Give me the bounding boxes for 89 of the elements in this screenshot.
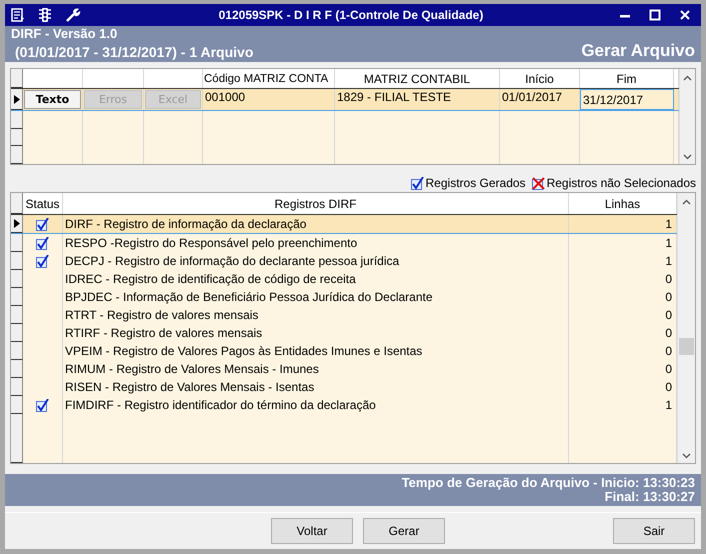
table-row[interactable]: RTRT - Registro de valores mensais 0 (11, 306, 677, 324)
scroll-thumb[interactable] (679, 338, 694, 355)
column-header: Registros DIRF (274, 196, 356, 210)
table-row[interactable]: RESPO -Registro do Responsável pelo preenchimento 1 (11, 234, 677, 252)
table-cell: 31/12/2017 (583, 93, 644, 108)
column-header: Fim (616, 72, 636, 86)
wrench-icon[interactable] (65, 7, 81, 23)
table-cell: RIMUM - Registro de Valores Mensais - Imunes (65, 362, 319, 376)
table-cell: 01/01/2017 (502, 90, 562, 104)
table-row[interactable]: RTIRF - Registro de valores mensais 0 (11, 324, 677, 342)
table-cell: BPJDEC - Informação de Beneficiário Pessoa Jurídica do Declarante (65, 290, 433, 304)
table-row[interactable]: RISEN - Registro de Valores Mensais - Isentas 0 (11, 378, 677, 396)
row-header[interactable] (11, 146, 23, 164)
scrollbar[interactable] (679, 69, 695, 164)
legend-label: Registros Gerados (426, 176, 526, 190)
table-cell: VPEIM - Registro de Valores Pagos às Entidades Imunes e Isentas (65, 344, 422, 358)
table-row[interactable]: BPJDEC - Informação de Beneficiário Pessoa Jurídica do Declarante 0 (11, 288, 677, 306)
table-row[interactable]: DECPJ - Registro de informação do declarante pessoa jurídica 1 (11, 252, 677, 270)
footer-button[interactable]: Sair (613, 518, 695, 544)
table-cell: RTRT - Registro de valores mensais (65, 308, 258, 322)
footer-button[interactable]: Gerar (363, 518, 445, 544)
table-cell: DECPJ - Registro de informação do declarante pessoa jurídica (65, 254, 400, 268)
close-icon[interactable] (679, 9, 691, 21)
table-cell: RISEN - Registro de Valores Mensais - Isentas (65, 380, 314, 394)
window-title: 012059SPK - D I R F (1-Controle De Qualidade) (218, 8, 484, 22)
column-header: Linhas (604, 196, 640, 210)
scrollbar[interactable] (677, 193, 695, 463)
scroll-up-icon[interactable] (683, 75, 692, 81)
grid-button[interactable]: Texto (24, 90, 81, 110)
status-text: Tempo de Geração do Arquivo - Inicio: 13:30:23 (402, 476, 695, 490)
row-header[interactable] (11, 378, 23, 396)
list-icon[interactable] (11, 8, 25, 22)
row-header (11, 69, 23, 88)
table-cell: RTIRF - Registro de valores mensais (65, 326, 262, 340)
row-header[interactable] (11, 252, 23, 270)
action-title: Gerar Arquivo (581, 41, 695, 61)
version-label: DIRF - Versão 1.0 (11, 27, 118, 41)
row-header[interactable] (11, 360, 23, 378)
table-cell: 1 (665, 217, 672, 231)
table-cell: 1 (665, 398, 672, 412)
row-header[interactable] (11, 288, 23, 306)
table-row[interactable]: IDREC - Registro de identificação de código de receita 0 (11, 270, 677, 288)
scroll-down-icon[interactable] (682, 453, 691, 459)
column-header: Início (525, 72, 554, 86)
table-cell: 0 (665, 272, 672, 286)
column-header: Código MATRIZ CONTA (204, 72, 328, 85)
period-label: (01/01/2017 - 31/12/2017) - 1 Arquivo (14, 43, 254, 61)
crossed-checkbox-icon (532, 176, 545, 190)
table-cell: IDREC - Registro de identificação de código de receita (65, 272, 356, 286)
table-cell: 001000 (205, 90, 246, 104)
checkbox-icon (410, 176, 424, 190)
table-cell: RESPO -Registro do Responsável pelo preenchimento (65, 236, 358, 250)
column-header: Status (25, 196, 60, 210)
table-row[interactable]: RIMUM - Registro de Valores Mensais - Imunes 0 (11, 360, 677, 378)
traffic-light-icon[interactable] (37, 7, 53, 23)
footer-button[interactable]: Voltar (271, 518, 353, 544)
row-pointer-icon (14, 94, 20, 104)
row-header[interactable] (11, 270, 23, 288)
row-header[interactable] (11, 396, 23, 414)
row-header[interactable] (11, 215, 23, 233)
maximize-icon[interactable] (649, 9, 661, 21)
table-row[interactable]: DIRF - Registro de informação da declaração 1 (11, 215, 677, 234)
table-cell: 0 (665, 380, 672, 394)
table-cell: FIMDIRF - Registro identificador do término da declaração (65, 398, 376, 412)
row-header[interactable] (11, 111, 23, 129)
table-row[interactable]: VPEIM - Registro de Valores Pagos às Entidades Imunes e Isentas 0 (11, 342, 677, 360)
row-header[interactable] (11, 128, 23, 146)
table-cell: 1 (665, 254, 672, 268)
row-header[interactable] (11, 342, 23, 360)
table-cell: 0 (665, 326, 672, 340)
row-pointer-icon (14, 219, 20, 228)
table-cell: 1829 - FILIAL TESTE (337, 90, 452, 104)
table-cell: 0 (665, 362, 672, 376)
row-header[interactable] (11, 89, 23, 110)
table-cell: 0 (665, 344, 672, 358)
table-row[interactable]: FIMDIRF - Registro identificador do término da declaração 1 (11, 396, 677, 414)
scroll-up-icon[interactable] (682, 199, 691, 205)
legend-label: Registros não Selecionados (546, 176, 696, 190)
row-header[interactable] (11, 324, 23, 342)
row-header[interactable] (11, 306, 23, 324)
scroll-down-icon[interactable] (683, 154, 692, 160)
table-cell: 0 (665, 290, 672, 304)
column-header: MATRIZ CONTABIL (364, 72, 470, 86)
row-header (11, 193, 23, 214)
status-text: Final: 13:30:27 (604, 490, 695, 504)
table-cell: 1 (665, 236, 672, 250)
table-cell: 0 (665, 308, 672, 322)
row-header[interactable] (11, 234, 23, 252)
table-cell: DIRF - Registro de informação da declaração (65, 217, 306, 231)
